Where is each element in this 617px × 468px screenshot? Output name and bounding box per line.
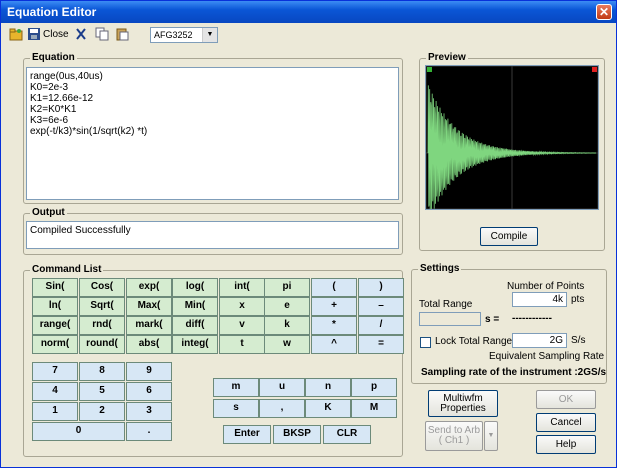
key-equals[interactable]: = (358, 335, 404, 354)
close-button[interactable]: Close (43, 27, 69, 43)
key-t[interactable]: t (219, 335, 265, 354)
compile-button[interactable]: Compile (480, 227, 538, 246)
num-points-input[interactable]: 4k (512, 292, 567, 307)
key-sqrt[interactable]: Sqrt( (79, 297, 125, 316)
key-comma[interactable]: , (259, 399, 305, 418)
key-abs[interactable]: abs( (126, 335, 172, 354)
key-sin[interactable]: Sin( (32, 278, 78, 297)
key-cos[interactable]: Cos( (79, 278, 125, 297)
instrument-sampling-rate: Sampling rate of the instrument :2GS/s (421, 367, 607, 378)
seconds-equals: s = (485, 314, 500, 325)
key-0[interactable]: 0 (32, 422, 125, 441)
key-enter[interactable]: Enter (223, 425, 271, 444)
key-u[interactable]: u (259, 378, 305, 397)
key-diff[interactable]: diff( (172, 316, 218, 335)
key-p[interactable]: p (351, 378, 397, 397)
key-log[interactable]: log( (172, 278, 218, 297)
lock-total-range-checkbox[interactable] (420, 337, 431, 348)
key-range[interactable]: range( (32, 316, 78, 335)
total-range-label: Total Range (419, 299, 473, 310)
key-v[interactable]: v (219, 316, 265, 335)
lock-total-range-label: Lock Total Range (435, 336, 513, 347)
key-k[interactable]: k (264, 316, 310, 335)
output-label: Output (30, 207, 67, 219)
key-w[interactable]: w (264, 335, 310, 354)
key-s[interactable]: s (213, 399, 259, 418)
key-3[interactable]: 3 (126, 402, 172, 421)
key-rparen[interactable]: ) (358, 278, 404, 297)
ok-button[interactable]: OK (536, 390, 596, 409)
multiwfm-properties-button[interactable]: Multiwfm Properties (428, 390, 498, 417)
start-marker-icon (427, 67, 432, 72)
key-divide[interactable]: / (358, 316, 404, 335)
key-integ[interactable]: integ( (172, 335, 218, 354)
key-n[interactable]: n (305, 378, 351, 397)
command-list-label: Command List (30, 264, 104, 276)
key-power[interactable]: ^ (311, 335, 357, 354)
key-rnd[interactable]: rnd( (79, 316, 125, 335)
key-int[interactable]: int( (219, 278, 265, 297)
key-6[interactable]: 6 (126, 382, 172, 401)
open-icon[interactable] (9, 27, 23, 43)
equiv-sampling-label: Equivalent Sampling Rate (489, 351, 605, 362)
key-m[interactable]: m (213, 378, 259, 397)
key-dot[interactable]: . (126, 422, 172, 441)
key-m[interactable]: M (351, 399, 397, 418)
toolbar: Close AFG3252 ▼ (1, 23, 616, 47)
sample-rate-input[interactable]: 2G (512, 333, 567, 348)
key-plus[interactable]: + (311, 297, 357, 316)
key-4[interactable]: 4 (32, 382, 78, 401)
key-8[interactable]: 8 (79, 362, 125, 381)
key-lparen[interactable]: ( (311, 278, 357, 297)
equation-label: Equation (30, 52, 77, 64)
title-bar: Equation Editor ✕ (1, 1, 616, 23)
sample-rate-unit: S/s (571, 335, 586, 346)
chevron-down-icon: ▼ (202, 28, 217, 42)
waveform-preview (425, 65, 599, 217)
paste-icon[interactable] (115, 27, 129, 43)
pts-unit: pts (571, 294, 585, 305)
key-e[interactable]: e (264, 297, 310, 316)
key-9[interactable]: 9 (126, 362, 172, 381)
cut-icon[interactable] (74, 27, 88, 43)
help-button[interactable]: Help (536, 435, 596, 454)
close-window-button[interactable]: ✕ (596, 4, 612, 20)
range-dashes: ------------ (512, 313, 552, 324)
key-exp[interactable]: exp( (126, 278, 172, 297)
equation-input[interactable]: range(0us,40us) K0=2e-3 K1=12.66e-12 K2=… (26, 67, 399, 200)
key-1[interactable]: 1 (32, 402, 78, 421)
save-icon[interactable] (27, 27, 41, 43)
key-mark[interactable]: mark( (126, 316, 172, 335)
copy-icon[interactable] (95, 27, 109, 43)
instrument-select[interactable]: AFG3252 ▼ (150, 27, 218, 43)
key-multiply[interactable]: * (311, 316, 357, 335)
key-k[interactable]: K (305, 399, 351, 418)
end-marker-icon (592, 67, 597, 72)
key-minus[interactable]: – (358, 297, 404, 316)
key-round[interactable]: round( (79, 335, 125, 354)
preview-label: Preview (426, 52, 468, 64)
settings-label: Settings (418, 263, 462, 275)
cancel-button[interactable]: Cancel (536, 413, 596, 432)
window-title: Equation Editor (7, 5, 97, 19)
key-min[interactable]: Min( (172, 297, 218, 316)
key-norm[interactable]: norm( (32, 335, 78, 354)
send-to-arb-dropdown[interactable]: ▼ (484, 421, 498, 451)
waveform-plot (425, 65, 599, 217)
key-ln[interactable]: ln( (32, 297, 78, 316)
key-7[interactable]: 7 (32, 362, 78, 381)
key-x[interactable]: x (219, 297, 265, 316)
key-clr[interactable]: CLR (323, 425, 371, 444)
key-max[interactable]: Max( (126, 297, 172, 316)
send-to-arb-button[interactable]: Send to Arb ( Ch1 ) (425, 421, 483, 451)
total-range-input[interactable] (419, 312, 481, 326)
output-box: Compiled Successfully (26, 221, 399, 249)
equation-editor-window: Equation Editor ✕ Close AFG3252 ▼ Equati… (0, 0, 617, 468)
instrument-value: AFG3252 (154, 30, 193, 40)
key-bksp[interactable]: BKSP (273, 425, 321, 444)
key-2[interactable]: 2 (79, 402, 125, 421)
key-pi[interactable]: pi (264, 278, 310, 297)
key-5[interactable]: 5 (79, 382, 125, 401)
chevron-down-icon: ▼ (487, 432, 495, 439)
